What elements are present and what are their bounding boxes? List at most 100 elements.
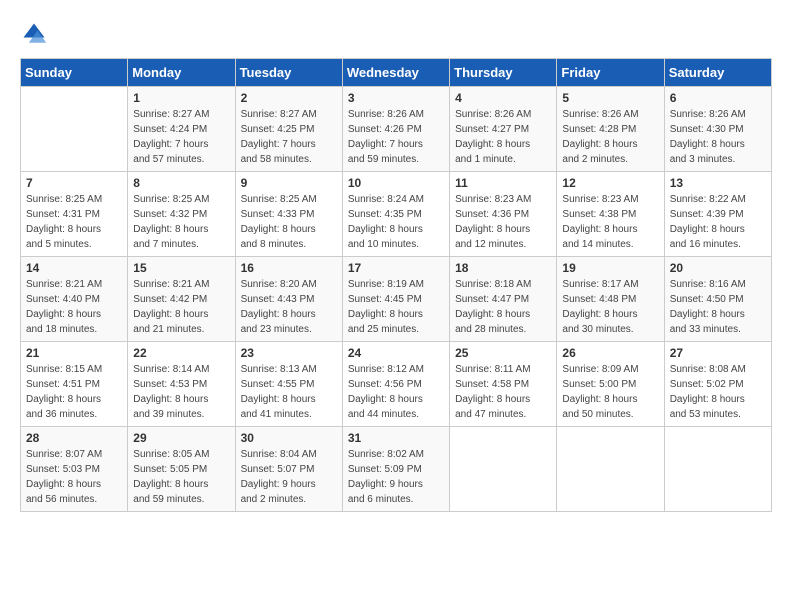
day-cell: 3 Sunrise: 8:26 AM Sunset: 4:26 PM Daylig… [342, 87, 449, 172]
header-cell-saturday: Saturday [664, 59, 771, 87]
day-number: 6 [670, 91, 766, 105]
day-info: Sunrise: 8:14 AM Sunset: 4:53 PM Dayligh… [133, 362, 229, 422]
day-info: Sunrise: 8:18 AM Sunset: 4:47 PM Dayligh… [455, 277, 551, 337]
day-cell: 15 Sunrise: 8:21 AM Sunset: 4:42 PM Dayli… [128, 257, 235, 342]
day-cell: 11 Sunrise: 8:23 AM Sunset: 4:36 PM Dayli… [450, 172, 557, 257]
day-cell: 6 Sunrise: 8:26 AM Sunset: 4:30 PM Daylig… [664, 87, 771, 172]
day-number: 18 [455, 261, 551, 275]
logo [20, 20, 52, 48]
day-number: 29 [133, 431, 229, 445]
day-info: Sunrise: 8:26 AM Sunset: 4:30 PM Dayligh… [670, 107, 766, 167]
day-info: Sunrise: 8:20 AM Sunset: 4:43 PM Dayligh… [241, 277, 337, 337]
day-cell: 5 Sunrise: 8:26 AM Sunset: 4:28 PM Daylig… [557, 87, 664, 172]
day-number: 7 [26, 176, 122, 190]
day-number: 20 [670, 261, 766, 275]
logo-icon [20, 20, 48, 48]
day-number: 31 [348, 431, 444, 445]
day-number: 12 [562, 176, 658, 190]
day-info: Sunrise: 8:26 AM Sunset: 4:26 PM Dayligh… [348, 107, 444, 167]
day-info: Sunrise: 8:21 AM Sunset: 4:42 PM Dayligh… [133, 277, 229, 337]
day-cell: 25Sunrise: 8:11 AM Sunset: 4:58 PM Dayli… [450, 342, 557, 427]
day-number: 30 [241, 431, 337, 445]
header-cell-sunday: Sunday [21, 59, 128, 87]
day-number: 17 [348, 261, 444, 275]
day-cell: 29 Sunrise: 8:05 AM Sunset: 5:05 PM Dayli… [128, 427, 235, 512]
day-info: Sunrise: 8:02 AM Sunset: 5:09 PM Dayligh… [348, 447, 444, 507]
week-row-1: 7 Sunrise: 8:25 AM Sunset: 4:31 PM Daylig… [21, 172, 772, 257]
day-number: 16 [241, 261, 337, 275]
day-info: Sunrise: 8:25 AM Sunset: 4:32 PM Dayligh… [133, 192, 229, 252]
day-number: 28 [26, 431, 122, 445]
day-cell: 14 Sunrise: 8:21 AM Sunset: 4:40 PM Dayli… [21, 257, 128, 342]
day-number: 15 [133, 261, 229, 275]
header-cell-wednesday: Wednesday [342, 59, 449, 87]
header-cell-tuesday: Tuesday [235, 59, 342, 87]
day-cell: 10Sunrise: 8:24 AM Sunset: 4:35 PM Dayli… [342, 172, 449, 257]
day-number: 22 [133, 346, 229, 360]
day-info: Sunrise: 8:17 AM Sunset: 4:48 PM Dayligh… [562, 277, 658, 337]
day-cell: 30 Sunrise: 8:04 AM Sunset: 5:07 PM Dayli… [235, 427, 342, 512]
day-info: Sunrise: 8:27 AM Sunset: 4:24 PM Dayligh… [133, 107, 229, 167]
header-row: SundayMondayTuesdayWednesdayThursdayFrid… [21, 59, 772, 87]
day-cell: 19 Sunrise: 8:17 AM Sunset: 4:48 PM Dayli… [557, 257, 664, 342]
day-info: Sunrise: 8:15 AM Sunset: 4:51 PM Dayligh… [26, 362, 122, 422]
day-info: Sunrise: 8:04 AM Sunset: 5:07 PM Dayligh… [241, 447, 337, 507]
day-cell [450, 427, 557, 512]
header-cell-friday: Friday [557, 59, 664, 87]
week-row-4: 28 Sunrise: 8:07 AM Sunset: 5:03 PM Dayli… [21, 427, 772, 512]
day-number: 9 [241, 176, 337, 190]
day-info: Sunrise: 8:08 AM Sunset: 5:02 PM Dayligh… [670, 362, 766, 422]
calendar-body: 1 Sunrise: 8:27 AM Sunset: 4:24 PM Daylig… [21, 87, 772, 512]
header-cell-monday: Monday [128, 59, 235, 87]
day-number: 24 [348, 346, 444, 360]
day-cell: 31 Sunrise: 8:02 AM Sunset: 5:09 PM Dayli… [342, 427, 449, 512]
day-info: Sunrise: 8:16 AM Sunset: 4:50 PM Dayligh… [670, 277, 766, 337]
day-number: 5 [562, 91, 658, 105]
day-cell [664, 427, 771, 512]
calendar-table: SundayMondayTuesdayWednesdayThursdayFrid… [20, 58, 772, 512]
page-header [20, 20, 772, 48]
day-number: 2 [241, 91, 337, 105]
day-cell: 23Sunrise: 8:13 AM Sunset: 4:55 PM Dayli… [235, 342, 342, 427]
day-info: Sunrise: 8:21 AM Sunset: 4:40 PM Dayligh… [26, 277, 122, 337]
day-cell: 20 Sunrise: 8:16 AM Sunset: 4:50 PM Dayli… [664, 257, 771, 342]
week-row-2: 14 Sunrise: 8:21 AM Sunset: 4:40 PM Dayli… [21, 257, 772, 342]
day-cell: 27 Sunrise: 8:08 AM Sunset: 5:02 PM Dayli… [664, 342, 771, 427]
day-cell: 24Sunrise: 8:12 AM Sunset: 4:56 PM Dayli… [342, 342, 449, 427]
day-info: Sunrise: 8:05 AM Sunset: 5:05 PM Dayligh… [133, 447, 229, 507]
day-cell: 2 Sunrise: 8:27 AM Sunset: 4:25 PM Daylig… [235, 87, 342, 172]
day-info: Sunrise: 8:25 AM Sunset: 4:31 PM Dayligh… [26, 192, 122, 252]
day-cell [21, 87, 128, 172]
day-cell: 16 Sunrise: 8:20 AM Sunset: 4:43 PM Dayli… [235, 257, 342, 342]
week-row-0: 1 Sunrise: 8:27 AM Sunset: 4:24 PM Daylig… [21, 87, 772, 172]
day-number: 10 [348, 176, 444, 190]
day-cell: 8 Sunrise: 8:25 AM Sunset: 4:32 PM Daylig… [128, 172, 235, 257]
day-number: 26 [562, 346, 658, 360]
day-number: 27 [670, 346, 766, 360]
day-number: 8 [133, 176, 229, 190]
week-row-3: 21Sunrise: 8:15 AM Sunset: 4:51 PM Dayli… [21, 342, 772, 427]
day-number: 19 [562, 261, 658, 275]
calendar-header: SundayMondayTuesdayWednesdayThursdayFrid… [21, 59, 772, 87]
header-cell-thursday: Thursday [450, 59, 557, 87]
day-cell: 26 Sunrise: 8:09 AM Sunset: 5:00 PM Dayli… [557, 342, 664, 427]
day-number: 11 [455, 176, 551, 190]
day-cell: 17Sunrise: 8:19 AM Sunset: 4:45 PM Dayli… [342, 257, 449, 342]
day-number: 25 [455, 346, 551, 360]
day-number: 23 [241, 346, 337, 360]
day-info: Sunrise: 8:27 AM Sunset: 4:25 PM Dayligh… [241, 107, 337, 167]
day-cell [557, 427, 664, 512]
day-cell: 7 Sunrise: 8:25 AM Sunset: 4:31 PM Daylig… [21, 172, 128, 257]
day-number: 1 [133, 91, 229, 105]
day-number: 4 [455, 91, 551, 105]
day-info: Sunrise: 8:23 AM Sunset: 4:36 PM Dayligh… [455, 192, 551, 252]
day-info: Sunrise: 8:09 AM Sunset: 5:00 PM Dayligh… [562, 362, 658, 422]
day-info: Sunrise: 8:07 AM Sunset: 5:03 PM Dayligh… [26, 447, 122, 507]
day-info: Sunrise: 8:26 AM Sunset: 4:27 PM Dayligh… [455, 107, 551, 167]
day-number: 14 [26, 261, 122, 275]
day-number: 3 [348, 91, 444, 105]
day-info: Sunrise: 8:26 AM Sunset: 4:28 PM Dayligh… [562, 107, 658, 167]
day-cell: 12Sunrise: 8:23 AM Sunset: 4:38 PM Dayli… [557, 172, 664, 257]
day-info: Sunrise: 8:25 AM Sunset: 4:33 PM Dayligh… [241, 192, 337, 252]
day-cell: 21Sunrise: 8:15 AM Sunset: 4:51 PM Dayli… [21, 342, 128, 427]
